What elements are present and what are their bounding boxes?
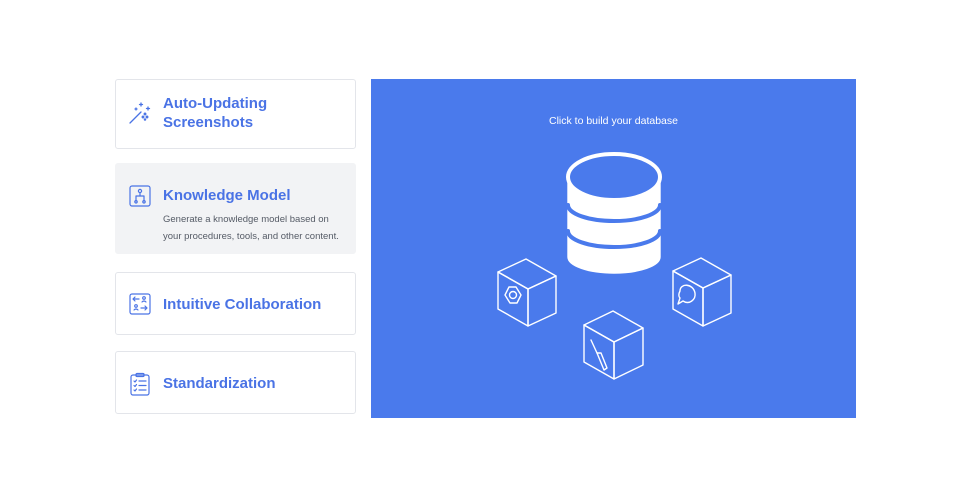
feature-card-intuitive-collaboration[interactable]: Intuitive Collaboration bbox=[115, 272, 356, 335]
feature-description: Generate a knowledge model based on your… bbox=[163, 214, 339, 242]
database-icon bbox=[566, 152, 662, 274]
knowledge-model-icon bbox=[128, 184, 152, 208]
feature-title: Standardization bbox=[163, 375, 276, 392]
feature-title: Intuitive Collaboration bbox=[163, 296, 322, 313]
chat-bubble-cube-icon bbox=[672, 257, 732, 327]
feature-title: Auto-Updating Screenshots bbox=[163, 95, 268, 131]
checklist-icon bbox=[128, 372, 152, 396]
feature-title: Knowledge Model bbox=[163, 187, 291, 204]
build-database-panel[interactable]: Click to build your database bbox=[371, 79, 856, 418]
screwdriver-cube-icon bbox=[583, 310, 644, 380]
feature-card-auto-updating-screenshots[interactable]: Auto-Updating Screenshots bbox=[115, 79, 356, 149]
feature-card-knowledge-model[interactable]: Knowledge Model Generate a knowledge mod… bbox=[115, 163, 356, 254]
nut-cube-icon bbox=[497, 258, 557, 327]
collaboration-icon bbox=[128, 292, 152, 316]
feature-card-standardization[interactable]: Standardization bbox=[115, 351, 356, 414]
magic-wand-icon bbox=[128, 101, 152, 125]
